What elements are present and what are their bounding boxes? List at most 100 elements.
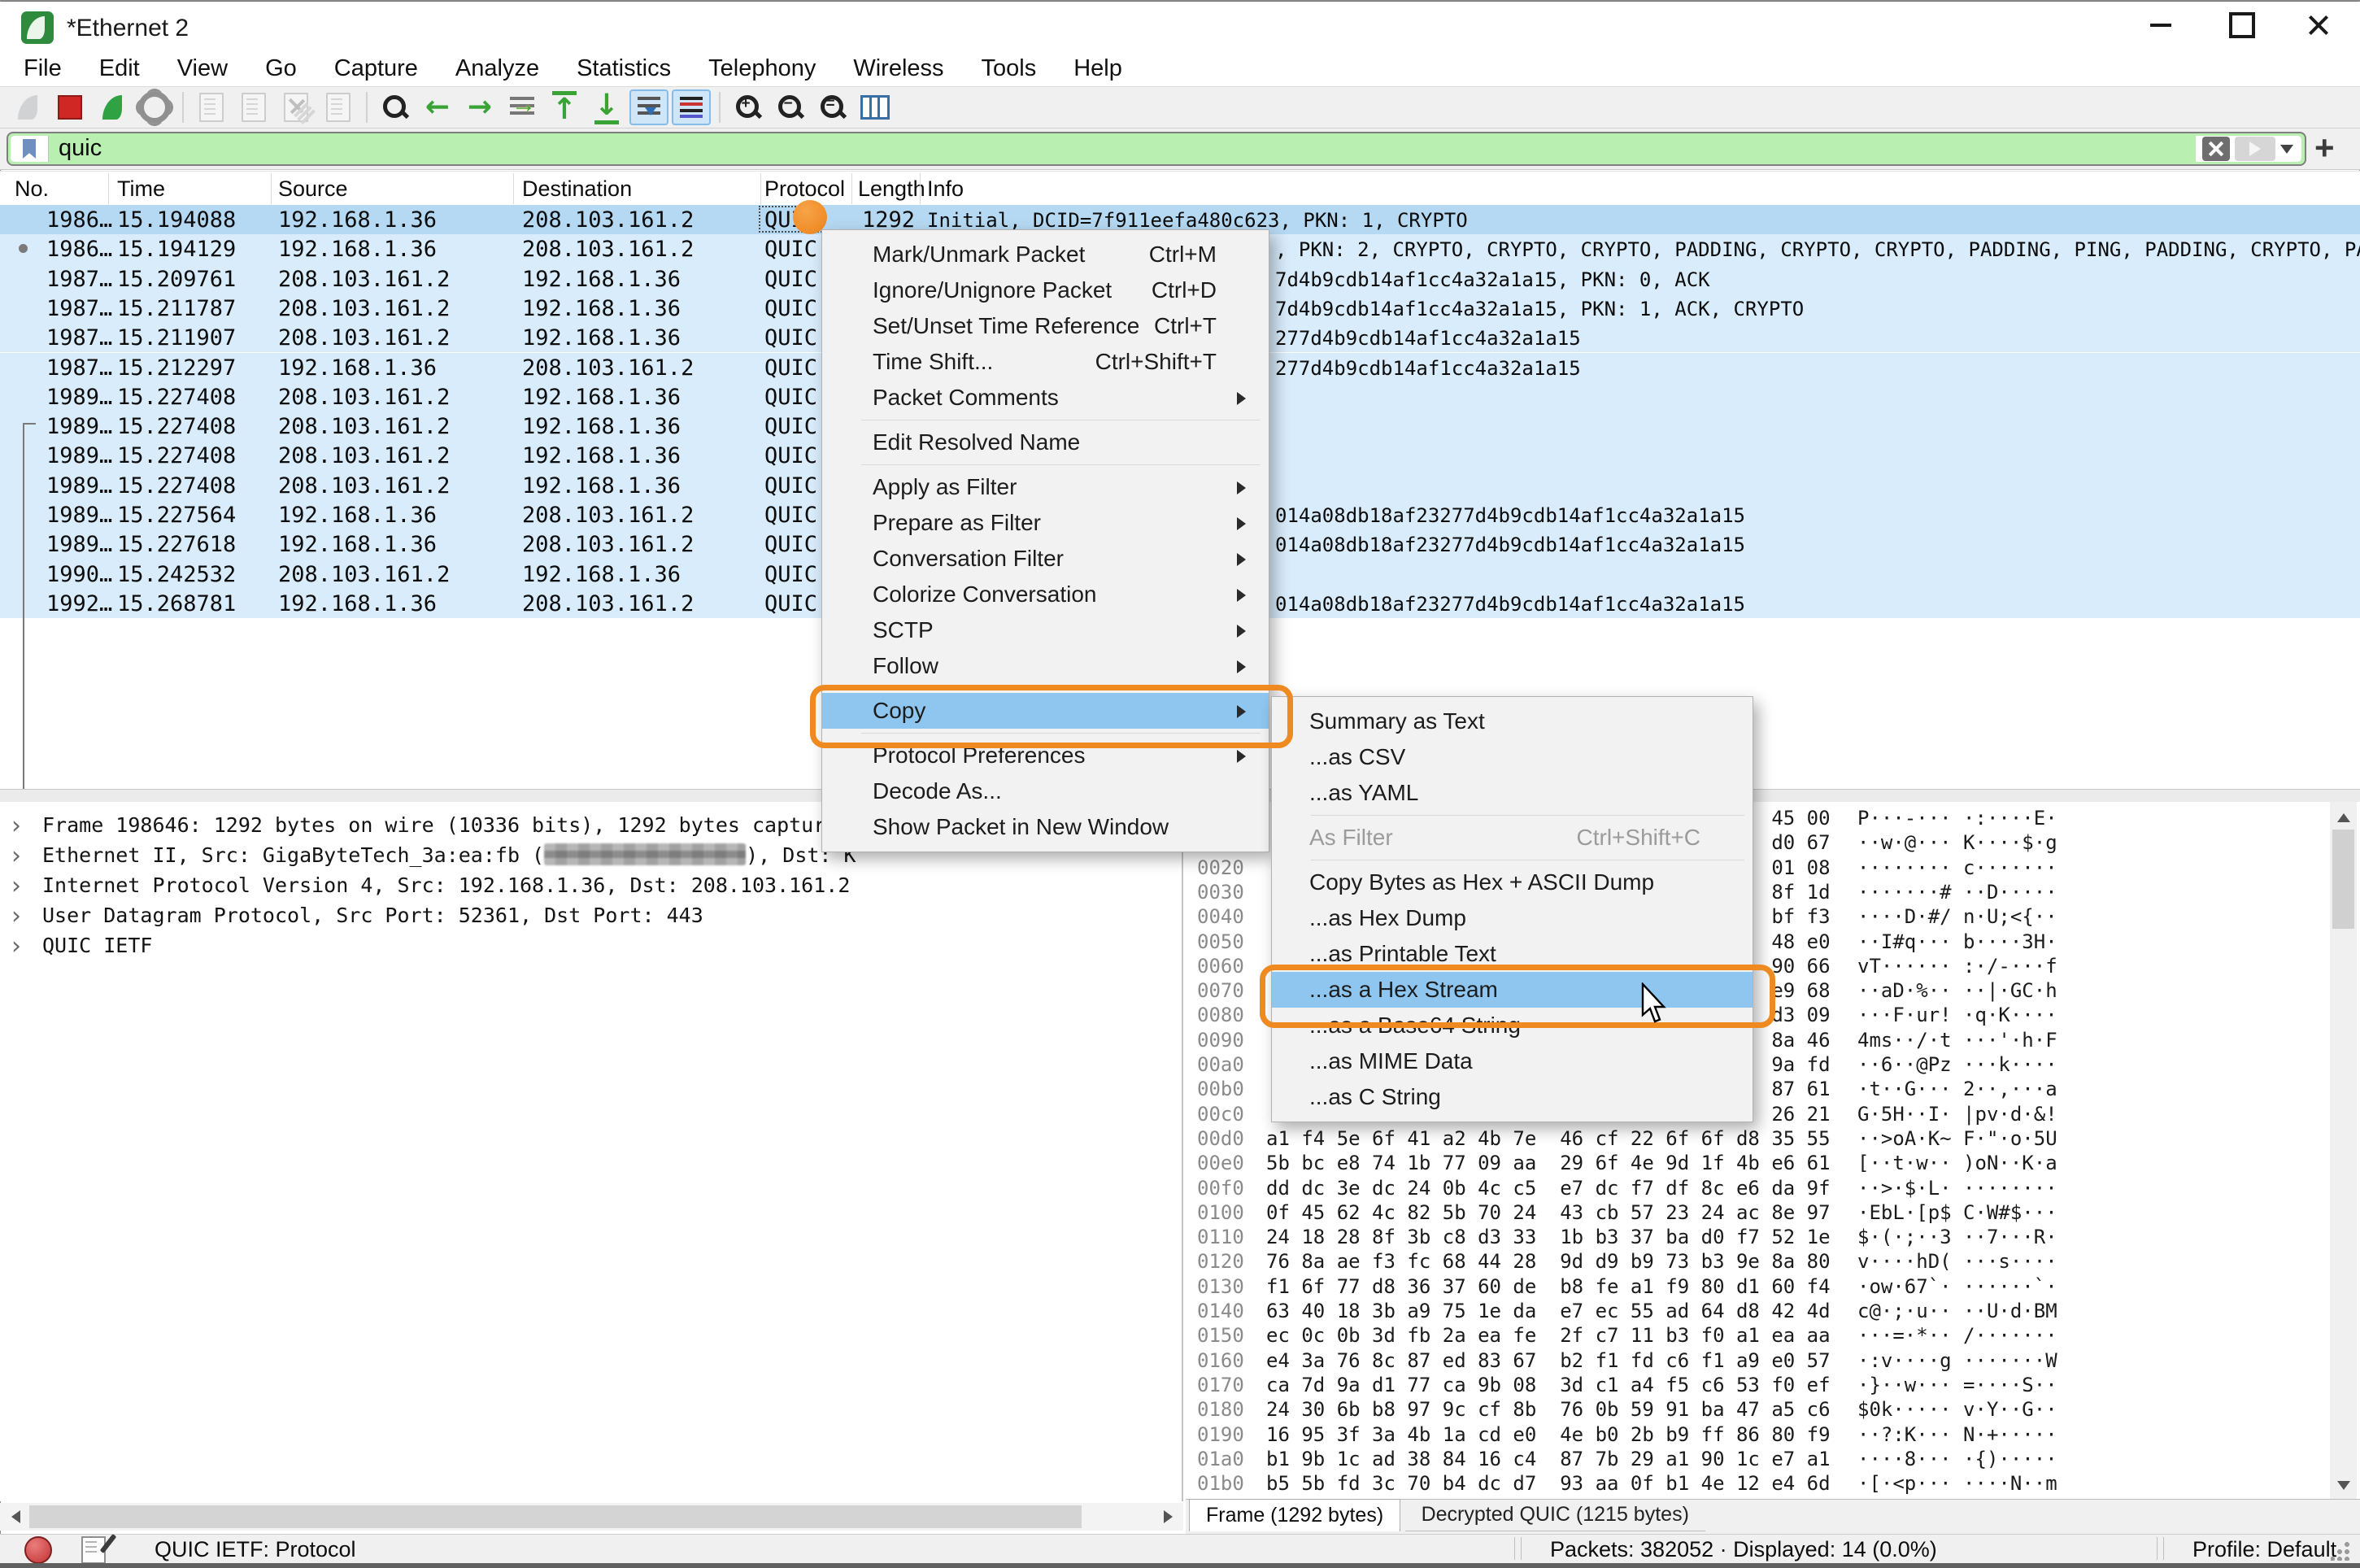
- column-separator[interactable]: [760, 173, 761, 204]
- hex-ascii[interactable]: 4ms··/·t ···'·h·F: [1857, 1029, 2057, 1052]
- menu-view[interactable]: View: [159, 55, 246, 82]
- column-separator[interactable]: [513, 173, 514, 204]
- menu-item-show-packet-in-new-window[interactable]: Show Packet in New Window: [822, 809, 1269, 845]
- hex-row[interactable]: 00d0a1 f4 5e 6f 41 a2 4b 7e 46 cf 22 6f …: [1186, 1126, 2360, 1151]
- go-forward-icon[interactable]: →: [460, 89, 499, 125]
- expander-icon[interactable]: ›: [11, 932, 21, 960]
- hex-bytes[interactable]: ca 7d 9a d1 77 ca 9b 08 3d c1 a4 f5 c6 5…: [1266, 1374, 1831, 1396]
- hex-row[interactable]: 01b0b5 5b fd 3c 70 b4 dc d7 93 aa 0f b1 …: [1186, 1470, 2360, 1496]
- hex-row[interactable]: 014063 40 18 3b a9 75 1e da e7 ec 55 ad …: [1186, 1298, 2360, 1323]
- menu-item-as-mime-data[interactable]: ...as MIME Data: [1272, 1043, 1753, 1079]
- menu-item-edit-resolved-name[interactable]: Edit Resolved Name: [822, 425, 1269, 460]
- tab-frame[interactable]: Frame (1292 bytes): [1189, 1499, 1400, 1531]
- hex-ascii[interactable]: ·EbL·[p$ C·W#$···: [1857, 1201, 2057, 1224]
- minimize-button[interactable]: [2124, 2, 2197, 49]
- expert-info-icon[interactable]: [24, 1536, 52, 1564]
- filter-bookmark-button[interactable]: [11, 136, 49, 162]
- menu-item-ignore-unignore-packet[interactable]: Ignore/Unignore PacketCtrl+D: [822, 272, 1269, 308]
- menu-item-mark-unmark-packet[interactable]: Mark/Unmark PacketCtrl+M: [822, 237, 1269, 272]
- expander-icon[interactable]: ›: [11, 812, 21, 840]
- scroll-down-icon[interactable]: [2330, 1473, 2358, 1500]
- column-separator[interactable]: [271, 173, 272, 204]
- hex-row[interactable]: 019016 95 3f 3a 4b 1a cd e0 4e b0 2b b9 …: [1186, 1422, 2360, 1447]
- hex-ascii[interactable]: ··aD·%·· ··|·GC·h: [1857, 979, 2057, 1002]
- auto-scroll-icon[interactable]: [629, 89, 668, 125]
- menu-item-as-yaml[interactable]: ...as YAML: [1272, 775, 1753, 811]
- filter-add-button[interactable]: +: [2314, 133, 2335, 163]
- resize-grip[interactable]: [2331, 1541, 2350, 1561]
- menu-item-follow[interactable]: Follow: [822, 648, 1269, 684]
- hex-ascii[interactable]: ··6··@Pz ···k····: [1857, 1053, 2057, 1076]
- hex-ascii[interactable]: ··>·$·L· ········: [1857, 1177, 2057, 1200]
- menu-item-colorize-conversation[interactable]: Colorize Conversation: [822, 577, 1269, 612]
- hex-row[interactable]: 011024 18 28 8f 3b c8 d3 33 1b b3 37 ba …: [1186, 1224, 2360, 1249]
- hex-bytes[interactable]: 24 18 28 8f 3b c8 d3 33 1b b3 37 ba d0 f…: [1266, 1226, 1831, 1248]
- menu-item-decode-as[interactable]: Decode As...: [822, 773, 1269, 809]
- column-header-no[interactable]: No.: [15, 176, 49, 202]
- column-separator[interactable]: [920, 173, 921, 204]
- hex-ascii[interactable]: ·ow·67`· ······`·: [1857, 1275, 2057, 1298]
- column-separator[interactable]: [851, 173, 852, 204]
- expander-icon[interactable]: ›: [11, 842, 21, 870]
- find-packet-icon[interactable]: [376, 89, 415, 125]
- hex-ascii[interactable]: ··w·@··· K····$·g: [1857, 831, 2057, 854]
- menu-item-apply-as-filter[interactable]: Apply as Filter: [822, 469, 1269, 505]
- menu-item-conversation-filter[interactable]: Conversation Filter: [822, 541, 1269, 577]
- scroll-up-icon[interactable]: [2330, 802, 2358, 830]
- column-header-source[interactable]: Source: [278, 176, 348, 202]
- detail-line[interactable]: ›User Datagram Protocol, Src Port: 52361…: [0, 900, 1182, 930]
- hex-ascii[interactable]: P···-··· ·:····E·: [1857, 807, 2057, 830]
- hex-row[interactable]: 0170ca 7d 9a d1 77 ca 9b 08 3d c1 a4 f5 …: [1186, 1372, 2360, 1397]
- filter-dropdown-icon[interactable]: [2280, 145, 2293, 160]
- hex-ascii[interactable]: $·(·;··3 ··7···R·: [1857, 1226, 2057, 1248]
- display-filter-input[interactable]: quic: [7, 132, 2306, 166]
- scrollbar-thumb[interactable]: [2332, 830, 2354, 929]
- stop-capture-icon[interactable]: [50, 89, 89, 125]
- hex-bytes[interactable]: 24 30 6b b8 97 9c cf 8b 76 0b 59 91 ba 4…: [1266, 1398, 1831, 1421]
- hex-ascii[interactable]: [··t·w·· )oN··K·a: [1857, 1152, 2057, 1174]
- expander-icon[interactable]: ›: [11, 902, 21, 930]
- expander-icon[interactable]: ›: [11, 872, 21, 900]
- go-first-icon[interactable]: ↑: [545, 89, 584, 125]
- hex-ascii[interactable]: c@·;·u·· ··U·d·BM: [1857, 1300, 2057, 1322]
- hex-ascii[interactable]: ···=·*·· /·······: [1857, 1324, 2057, 1347]
- hex-bytes[interactable]: 0f 45 62 4c 82 5b 70 24 43 cb 57 23 24 a…: [1266, 1201, 1831, 1224]
- hex-bytes[interactable]: dd dc 3e dc 24 0b 4c c5 e7 dc f7 df 8c e…: [1266, 1177, 1831, 1200]
- hex-bytes[interactable]: e4 3a 76 8c 87 ed 83 67 b2 f1 fd c6 f1 a…: [1266, 1349, 1831, 1372]
- go-back-icon[interactable]: ←: [418, 89, 457, 125]
- hex-ascii[interactable]: ··I#q··· b····3H·: [1857, 930, 2057, 953]
- menu-item-prepare-as-filter[interactable]: Prepare as Filter: [822, 505, 1269, 541]
- column-header-time[interactable]: Time: [117, 176, 165, 202]
- column-separator[interactable]: [108, 173, 109, 204]
- hex-ascii[interactable]: $0k····· v·Y··G··: [1857, 1398, 2057, 1421]
- menu-item-as-hex-dump[interactable]: ...as Hex Dump: [1272, 900, 1753, 936]
- hex-bytes[interactable]: b5 5b fd 3c 70 b4 dc d7 93 aa 0f b1 4e 1…: [1266, 1472, 1831, 1495]
- restart-capture-icon[interactable]: [93, 89, 132, 125]
- menu-item-sctp[interactable]: SCTP: [822, 612, 1269, 648]
- menu-item-as-filter[interactable]: As FilterCtrl+Shift+C: [1272, 820, 1753, 856]
- hex-ascii[interactable]: ····8··· ·{)·····: [1857, 1448, 2057, 1470]
- details-horizontal-scrollbar[interactable]: [0, 1503, 1183, 1531]
- hex-row[interactable]: 00f0dd dc 3e dc 24 0b 4c c5 e7 dc f7 df …: [1186, 1175, 2360, 1200]
- menu-tools[interactable]: Tools: [963, 55, 1056, 82]
- menu-item-time-shift[interactable]: Time Shift...Ctrl+Shift+T: [822, 344, 1269, 380]
- hex-row[interactable]: 00e05b bc e8 74 1b 77 09 aa 29 6f 4e 9d …: [1186, 1150, 2360, 1175]
- hex-bytes[interactable]: 76 8a ae f3 fc 68 44 28 9d d9 b9 73 b3 9…: [1266, 1250, 1831, 1273]
- hex-row[interactable]: 0150ec 0c 0b 3d fb 2a ea fe 2f c7 11 b3 …: [1186, 1322, 2360, 1348]
- hex-ascii[interactable]: ····D·#/ n·U;<{··: [1857, 905, 2057, 928]
- hex-bytes[interactable]: 16 95 3f 3a 4b 1a cd e0 4e b0 2b b9 ff 8…: [1266, 1423, 1831, 1446]
- menu-capture[interactable]: Capture: [316, 55, 437, 82]
- maximize-button[interactable]: [2205, 2, 2279, 49]
- hex-ascii[interactable]: ·:v····g ·······W: [1857, 1349, 2057, 1372]
- scroll-left-icon[interactable]: [0, 1503, 28, 1531]
- hex-ascii[interactable]: vT······ :·/-···f: [1857, 955, 2057, 978]
- colorize-icon[interactable]: [672, 89, 711, 125]
- menu-statistics[interactable]: Statistics: [558, 55, 690, 82]
- menu-go[interactable]: Go: [246, 55, 316, 82]
- hex-ascii[interactable]: ·[·<p··· ····N··m: [1857, 1472, 2057, 1495]
- menu-edit[interactable]: Edit: [81, 55, 159, 82]
- hex-ascii[interactable]: ·······# ··D·····: [1857, 881, 2057, 904]
- hex-bytes[interactable]: f1 6f 77 d8 36 37 60 de b8 fe a1 f9 80 d…: [1266, 1275, 1831, 1298]
- close-button[interactable]: [2282, 2, 2355, 49]
- hex-row[interactable]: 01a0b1 9b 1c ad 38 84 16 c4 87 7b 29 a1 …: [1186, 1446, 2360, 1471]
